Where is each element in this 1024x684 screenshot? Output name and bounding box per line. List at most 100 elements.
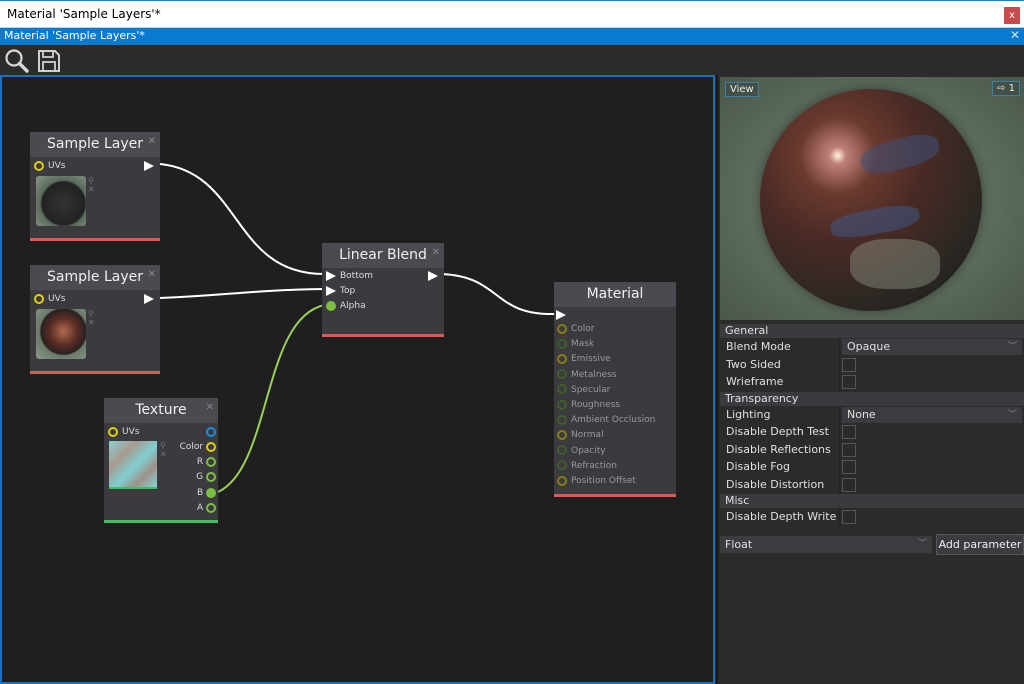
node-texture[interactable]: Texture ✕ UVs ⚲ ✕ Color R G B A <box>104 398 218 523</box>
wire-layer1-to-bottom[interactable] <box>159 163 325 275</box>
column-divider[interactable] <box>839 405 840 423</box>
property-label: Wrieframe <box>726 375 784 388</box>
document-tab[interactable]: Material 'Sample Layers'* ✕ <box>0 28 1024 45</box>
port-out-b[interactable]: B <box>197 486 216 500</box>
node-close-icon[interactable]: ✕ <box>148 262 156 287</box>
property-label: Disable Fog <box>726 460 790 473</box>
column-divider[interactable] <box>839 440 840 458</box>
zoom-thumbnail-icon[interactable]: ⚲ <box>88 309 95 318</box>
port-out-r[interactable]: R <box>197 455 216 469</box>
disable-depth-write-checkbox[interactable] <box>842 510 856 524</box>
node-close-icon[interactable]: ✕ <box>206 395 214 420</box>
port-out-g[interactable]: G <box>196 470 216 484</box>
clear-thumbnail-icon[interactable]: ✕ <box>160 450 167 459</box>
port-out-rgba[interactable] <box>206 425 216 439</box>
two-sided-checkbox[interactable] <box>842 357 856 372</box>
port-uvs[interactable]: UVs <box>34 292 65 306</box>
column-divider[interactable] <box>839 373 840 391</box>
port-label: Ambient Occlusion <box>571 415 656 426</box>
disable-distortion-checkbox[interactable] <box>842 477 856 492</box>
add-parameter-button[interactable]: Add parameter <box>936 534 1024 555</box>
disable-fog-checkbox[interactable] <box>842 460 856 474</box>
section-header-general[interactable]: General <box>720 324 1024 338</box>
material-preview[interactable]: View ⇨ 1 <box>720 77 1024 320</box>
port-label: Color <box>571 324 595 334</box>
port-uvs[interactable]: UVs <box>34 159 65 173</box>
tab-close-button[interactable]: ✕ <box>1010 28 1020 42</box>
port-ring-icon <box>206 456 216 467</box>
port-alpha[interactable]: Alpha <box>326 299 366 313</box>
node-sample-layer-2[interactable]: Sample Layer ✕ UVs ⚲ ✕ <box>30 265 160 374</box>
lighting-dropdown[interactable]: None ﹀ <box>842 406 1022 423</box>
port-roughness[interactable]: Roughness <box>557 398 620 412</box>
column-divider[interactable] <box>839 508 840 526</box>
parameter-type-select[interactable]: Float ﹀ <box>720 536 932 553</box>
wire-blend-to-material[interactable] <box>441 273 555 316</box>
window-close-button[interactable]: x <box>1004 7 1020 24</box>
port-uvs[interactable]: UVs <box>108 425 139 439</box>
node-linear-blend[interactable]: Linear Blend ✕ Bottom Top Alpha <box>322 243 444 337</box>
preview-options-button[interactable]: ⇨ 1 <box>992 81 1020 96</box>
port-material-input[interactable] <box>556 308 570 322</box>
port-emissive[interactable]: Emissive <box>557 352 611 366</box>
zoom-thumbnail-icon[interactable]: ⚲ <box>88 176 95 185</box>
parameter-type-value: Float <box>725 538 753 551</box>
disable-depth-test-checkbox[interactable] <box>842 425 856 439</box>
port-top[interactable]: Top <box>326 284 355 298</box>
port-opacity[interactable]: Opacity <box>557 444 606 458</box>
port-output[interactable] <box>144 292 158 306</box>
port-color[interactable]: Color <box>557 322 595 336</box>
wrieframe-checkbox[interactable] <box>842 375 856 389</box>
blend-mode-dropdown[interactable]: Opaque ﹀ <box>842 339 1022 355</box>
port-label: Color <box>179 442 204 452</box>
port-ring-icon <box>557 414 567 425</box>
port-specular[interactable]: Specular <box>557 383 610 397</box>
search-button[interactable] <box>4 48 30 74</box>
port-label: R <box>196 457 204 467</box>
node-header: Material <box>554 282 676 307</box>
property-row: Disable Distortion <box>720 475 1024 493</box>
port-output[interactable] <box>144 159 158 173</box>
column-divider[interactable] <box>839 355 840 373</box>
port-output[interactable] <box>428 269 442 283</box>
port-ring-icon <box>206 441 216 452</box>
port-label: Roughness <box>571 400 621 410</box>
node-material[interactable]: Material Color Mask Emissive Metalness Specu… <box>554 282 676 497</box>
clear-thumbnail-icon[interactable]: ✕ <box>88 185 95 194</box>
column-divider[interactable] <box>839 475 840 493</box>
port-position-offset[interactable]: Position Offset <box>557 474 636 488</box>
port-mask[interactable]: Mask <box>557 337 594 351</box>
port-metalness[interactable]: Metalness <box>557 368 616 382</box>
port-out-a[interactable]: A <box>197 501 216 515</box>
port-bottom[interactable]: Bottom <box>326 269 373 283</box>
view-button[interactable]: View <box>725 82 759 97</box>
sample-thumbnail <box>36 176 86 226</box>
property-row: Disable Fog <box>720 458 1024 476</box>
disable-reflections-checkbox[interactable] <box>842 442 856 457</box>
port-refraction[interactable]: Refraction <box>557 459 617 473</box>
wire-layer2-to-top[interactable] <box>159 288 325 299</box>
column-divider[interactable] <box>839 458 840 476</box>
node-footer <box>104 520 218 523</box>
port-normal[interactable]: Normal <box>557 428 604 442</box>
section-header-misc[interactable]: Misc <box>720 494 1024 508</box>
port-ambient-occlusion[interactable]: Ambient Occlusion <box>557 413 655 427</box>
wire-texture-b-to-alpha[interactable] <box>217 304 326 493</box>
column-divider[interactable] <box>839 338 840 356</box>
node-footer <box>554 494 676 497</box>
port-ring-icon <box>557 384 567 395</box>
section-header-transparency[interactable]: Transparency <box>720 391 1024 406</box>
column-divider[interactable] <box>839 423 840 441</box>
properties-panel: General Blend Mode Opaque ﹀ Two Sided Wriefra… <box>720 323 1024 526</box>
port-out-color[interactable]: Color <box>180 440 216 454</box>
node-graph-canvas[interactable]: Sample Layer ✕ UVs ⚲ ✕ Sample Layer ✕ UVs ⚲… <box>0 75 715 684</box>
port-ring-icon <box>206 502 216 513</box>
save-button[interactable] <box>36 48 62 74</box>
node-close-icon[interactable]: ✕ <box>432 240 440 265</box>
clear-thumbnail-icon[interactable]: ✕ <box>88 318 95 327</box>
zoom-thumbnail-icon[interactable]: ⚲ <box>160 441 167 450</box>
window-titlebar: Material 'Sample Layers'* x <box>0 0 1024 28</box>
node-close-icon[interactable]: ✕ <box>148 129 156 154</box>
node-sample-layer-1[interactable]: Sample Layer ✕ UVs ⚲ ✕ <box>30 132 160 241</box>
property-label: Disable Depth Write <box>726 510 837 523</box>
